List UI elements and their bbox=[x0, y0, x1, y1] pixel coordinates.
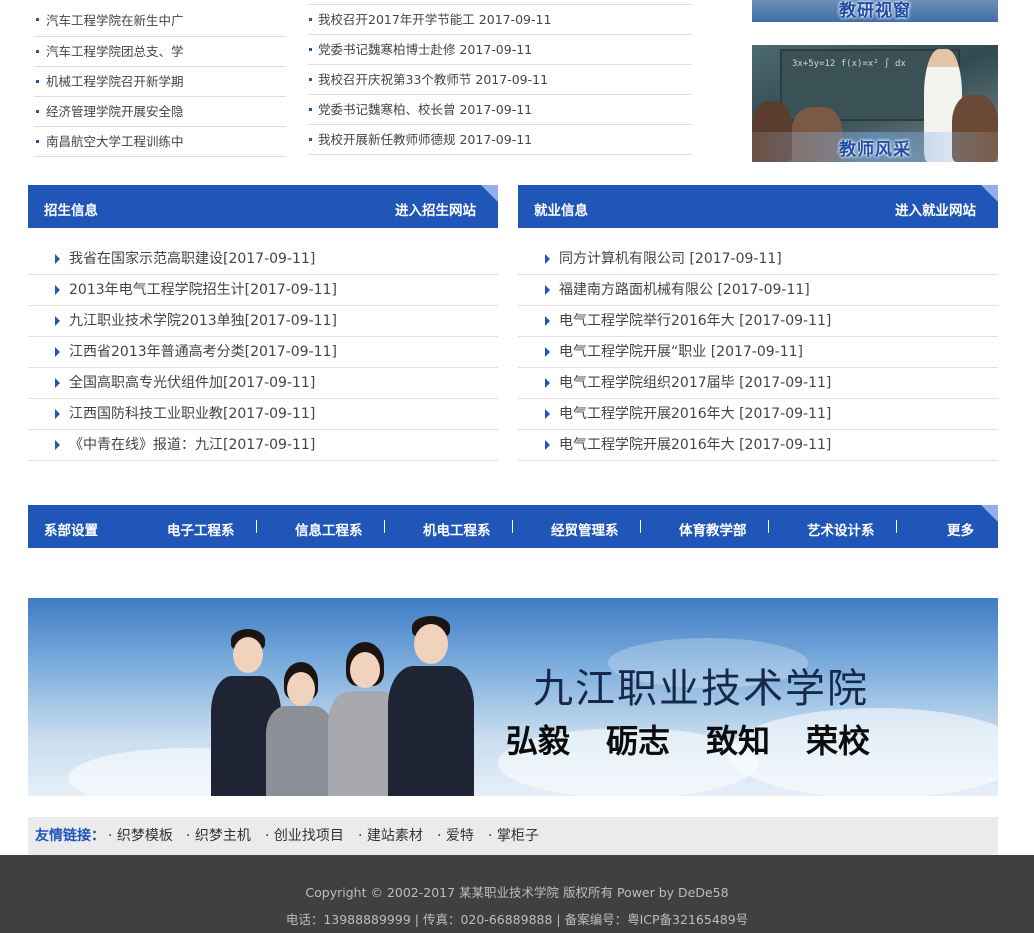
school-banner[interactable]: 九江职业技术学院 弘毅 砺志 致知 荣校 bbox=[28, 598, 998, 796]
list-item[interactable]: 电气工程学院开展2016年大 [2017-09-11] bbox=[518, 399, 998, 430]
employment-site-link[interactable]: 进入就业网站 bbox=[895, 199, 976, 219]
divider bbox=[256, 520, 257, 533]
student-face bbox=[350, 652, 380, 688]
friend-link[interactable]: · 建站素材 bbox=[358, 817, 423, 855]
list-item[interactable]: 《中青在线》报道：九江[2017-09-11] bbox=[28, 430, 498, 461]
list-item[interactable]: 同方计算机有限公司 [2017-09-11] bbox=[518, 244, 998, 275]
student-uniform bbox=[388, 666, 474, 796]
site-footer: Copyright © 2002-2017 某某职业技术学院 版权所有 Powe… bbox=[0, 855, 1034, 933]
dept-link-electronics[interactable]: 电子工程系 bbox=[167, 519, 235, 539]
student-face bbox=[414, 624, 448, 664]
list-item[interactable]: 我省在国家示范高职建设[2017-09-11] bbox=[28, 244, 498, 275]
news-item[interactable]: 南昌航空大学工程训练中 bbox=[34, 127, 286, 157]
admissions-list: 我省在国家示范高职建设[2017-09-11] 2013年电气工程学院招生计[2… bbox=[28, 244, 498, 461]
departments-title: 系部设置 bbox=[44, 523, 98, 539]
motto-word: 砺志 bbox=[606, 722, 671, 760]
panel-title: 招生信息 bbox=[44, 203, 98, 219]
school-name: 九江职业技术学院 bbox=[533, 666, 869, 712]
news-item[interactable]: 党委书记魏寒柏、校长曾 2017-09-11 bbox=[308, 95, 691, 125]
copyright-text: Copyright © 2002-2017 某某职业技术学院 版权所有 Powe… bbox=[305, 885, 729, 900]
school-motto: 弘毅 砺志 致知 荣校 bbox=[506, 716, 906, 762]
list-item[interactable]: 福建南方路面机械有限公 [2017-09-11] bbox=[518, 275, 998, 306]
dept-link-electromechanical[interactable]: 机电工程系 bbox=[423, 519, 491, 539]
departments-bar: 系部设置 电子工程系 信息工程系 机电工程系 经贸管理系 体育教学部 艺术设计系… bbox=[28, 505, 998, 548]
teacher-style-photo[interactable]: 3x+5y=12 f(x)=x² ∫ dx 教师风采 bbox=[752, 45, 998, 162]
friend-link[interactable]: · 爱特 bbox=[437, 817, 474, 855]
college-news-list: 汽车工程学院在新生中广 汽车工程学院团总支、学 机械工程学院召开新学期 经济管理… bbox=[34, 5, 286, 157]
list-item[interactable]: 电气工程学院开展2016年大 [2017-09-11] bbox=[518, 430, 998, 461]
friend-link[interactable]: · 织梦主机 bbox=[186, 817, 251, 855]
contact-text: 电话：13988889999 | 传真：020-66889888 | 备案编号：… bbox=[285, 912, 749, 927]
student-face bbox=[287, 672, 315, 706]
dept-more-link[interactable]: 更多 bbox=[947, 519, 974, 539]
news-item[interactable]: 汽车工程学院在新生中广 bbox=[34, 5, 286, 37]
student-figure bbox=[388, 616, 474, 796]
divider bbox=[896, 520, 897, 533]
news-item[interactable]: 汽车工程学院团总支、学 bbox=[34, 37, 286, 67]
news-item[interactable]: 经济管理学院开展安全隐 bbox=[34, 97, 286, 127]
friend-links-bar: 友情链接： · 织梦模板 · 织梦主机 · 创业找项目 · 建站素材 · 爱特 … bbox=[28, 817, 998, 855]
student-uniform bbox=[266, 706, 334, 796]
motto-word: 致知 bbox=[706, 722, 771, 760]
dept-link-sports[interactable]: 体育教学部 bbox=[679, 519, 747, 539]
friend-link[interactable]: · 织梦模板 bbox=[108, 817, 173, 855]
friend-link[interactable]: · 掌柜子 bbox=[488, 817, 539, 855]
dept-link-information[interactable]: 信息工程系 bbox=[295, 519, 363, 539]
employment-panel: 就业信息 进入就业网站 同方计算机有限公司 [2017-09-11] 福建南方路… bbox=[518, 185, 998, 461]
list-item[interactable]: 电气工程学院组织2017届毕 [2017-09-11] bbox=[518, 368, 998, 399]
photo-caption: 教师风采 bbox=[839, 140, 911, 160]
news-item[interactable]: 我校召开庆祝第33个教师节 2017-09-11 bbox=[308, 65, 691, 95]
research-window-photo[interactable]: 教研视窗 bbox=[752, 0, 998, 22]
student-figure bbox=[266, 662, 334, 796]
motto-word: 荣校 bbox=[806, 722, 871, 760]
student-face bbox=[233, 637, 263, 673]
news-item[interactable]: 我校召开2017年开学节能工 2017-09-11 bbox=[308, 5, 691, 35]
friend-link[interactable]: · 创业找项目 bbox=[265, 817, 344, 855]
list-item[interactable]: 九江职业技术学院2013单独[2017-09-11] bbox=[28, 306, 498, 337]
admissions-panel: 招生信息 进入招生网站 我省在国家示范高职建设[2017-09-11] 2013… bbox=[28, 185, 498, 461]
motto-word: 弘毅 bbox=[506, 722, 571, 760]
school-news-list: 我校召开2017年开学节能工 2017-09-11 党委书记魏寒柏博士赴修 20… bbox=[308, 4, 691, 155]
panel-title: 就业信息 bbox=[534, 203, 588, 219]
panel-header: 就业信息 进入就业网站 bbox=[518, 185, 998, 228]
dept-link-trade[interactable]: 经贸管理系 bbox=[551, 519, 619, 539]
divider bbox=[512, 520, 513, 533]
dept-link-art[interactable]: 艺术设计系 bbox=[807, 519, 875, 539]
friend-links-label: 友情链接： bbox=[35, 828, 105, 844]
list-item[interactable]: 江西省2013年普通高考分类[2017-09-11] bbox=[28, 337, 498, 368]
list-item[interactable]: 电气工程学院举行2016年大 [2017-09-11] bbox=[518, 306, 998, 337]
list-item[interactable]: 2013年电气工程学院招生计[2017-09-11] bbox=[28, 275, 498, 306]
photo-caption: 教研视窗 bbox=[839, 1, 911, 21]
list-item[interactable]: 电气工程学院开展“职业 [2017-09-11] bbox=[518, 337, 998, 368]
admissions-site-link[interactable]: 进入招生网站 bbox=[395, 199, 476, 219]
news-item[interactable]: 机械工程学院召开新学期 bbox=[34, 67, 286, 97]
divider bbox=[640, 520, 641, 533]
news-item[interactable]: 党委书记魏寒柏博士赴修 2017-09-11 bbox=[308, 35, 691, 65]
news-item[interactable]: 我校开展新任教师师德规 2017-09-11 bbox=[308, 125, 691, 155]
divider bbox=[768, 520, 769, 533]
list-item[interactable]: 江西国防科技工业职业教[2017-09-11] bbox=[28, 399, 498, 430]
list-item[interactable]: 全国高职高专光伏组件加[2017-09-11] bbox=[28, 368, 498, 399]
divider bbox=[384, 520, 385, 533]
chalkboard-writing: 3x+5y=12 f(x)=x² ∫ dx bbox=[792, 59, 906, 69]
employment-list: 同方计算机有限公司 [2017-09-11] 福建南方路面机械有限公 [2017… bbox=[518, 244, 998, 461]
panel-header: 招生信息 进入招生网站 bbox=[28, 185, 498, 228]
